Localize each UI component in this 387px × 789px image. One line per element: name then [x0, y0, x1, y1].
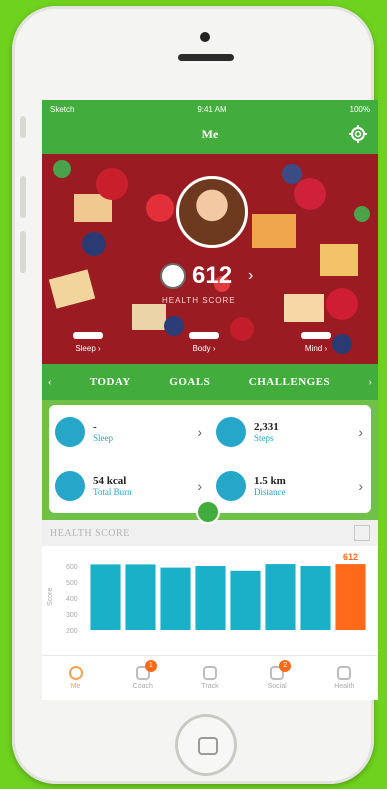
chevron-right-icon[interactable]: › — [369, 377, 372, 388]
tab-coach[interactable]: Coach 1 — [123, 660, 163, 690]
mind-summary[interactable]: Mind › — [276, 332, 356, 353]
health-icon — [337, 666, 352, 680]
tab-label: Me — [70, 683, 81, 690]
person-icon — [68, 666, 83, 680]
app-screen: Sketch 9:41 AM 100% Me 612 › HEALTH SCOR… — [42, 100, 378, 700]
sleep-label: Sleep — [75, 344, 96, 353]
score-badge-icon — [160, 263, 186, 289]
sleep-summary[interactable]: Sleep › — [48, 332, 128, 353]
chevron-right-icon: › — [197, 424, 202, 440]
hero-banner: 612 › HEALTH SCORE Sleep › Body › Mind › — [42, 154, 378, 364]
tab-label: Social — [267, 683, 287, 690]
status-bar: Sketch 9:41 AM 100% — [42, 100, 378, 118]
chevron-right-icon: › — [248, 267, 254, 284]
camera — [200, 32, 210, 42]
steps-icon — [216, 417, 246, 447]
y-axis-label: Score — [47, 588, 54, 606]
stat-label: Distance — [254, 487, 286, 497]
bar-chart: Score 600 500 400 300 200 612 — [47, 552, 366, 635]
phone-frame: Sketch 9:41 AM 100% Me 612 › HEALTH SCOR… — [12, 6, 378, 784]
stats-cards: - Sleep › 2,331 Steps › 54 kcal Total Bu… — [49, 405, 371, 513]
stat-value: 1.5 km — [254, 475, 286, 487]
mute-switch — [20, 116, 26, 138]
gear-icon[interactable] — [348, 124, 368, 144]
y-tick-label: 200 — [66, 628, 78, 635]
segment-tabs: ‹ TODAY GOALS CHALLENGES › — [42, 364, 378, 400]
mind-bar — [301, 332, 331, 339]
tab-label: Health — [334, 683, 355, 690]
sleep-icon — [55, 417, 85, 447]
y-tick-label: 500 — [66, 580, 78, 587]
stats-panel: - Sleep › 2,331 Steps › 54 kcal Total Bu… — [42, 400, 378, 524]
avatar[interactable] — [176, 176, 248, 248]
health-score-header: HEALTH SCORE — [42, 520, 378, 546]
battery-label: 100% — [349, 104, 370, 114]
stat-sleep[interactable]: - Sleep › — [49, 405, 210, 459]
health-score[interactable]: 612 › — [160, 262, 253, 290]
tab-social[interactable]: Social 2 — [257, 660, 297, 690]
time-label: 9:41 AM — [197, 104, 227, 114]
bar — [195, 566, 226, 630]
flame-icon — [55, 471, 85, 501]
stopwatch-icon — [202, 666, 217, 680]
stat-label: Total Burn — [93, 487, 132, 497]
mind-label: Mind — [304, 344, 323, 353]
stat-value: 2,331 — [254, 421, 279, 433]
stat-steps[interactable]: 2,331 Steps › — [210, 405, 371, 459]
bar — [90, 564, 121, 630]
nav-bar: Me — [42, 118, 378, 154]
bar — [265, 564, 296, 630]
tab-challenges[interactable]: CHALLENGES — [249, 376, 330, 388]
y-tick-label: 300 — [66, 612, 78, 619]
section-title: HEALTH SCORE — [50, 527, 130, 539]
bar — [125, 564, 156, 630]
speaker — [178, 54, 234, 61]
tab-label: Track — [201, 683, 219, 690]
tab-health[interactable]: Health — [324, 666, 364, 690]
sleep-bar — [73, 332, 103, 339]
stat-value: - — [93, 421, 97, 433]
body-label: Body — [192, 344, 211, 353]
score-value: 612 — [192, 262, 233, 289]
notification-badge: 1 — [144, 660, 157, 672]
chevron-right-icon: › — [358, 478, 363, 494]
y-tick-label: 400 — [66, 596, 78, 603]
stat-label: Sleep — [93, 433, 113, 443]
bar — [160, 567, 191, 630]
stat-value: 54 kcal — [93, 475, 127, 487]
bar-highlight — [335, 564, 366, 630]
tab-bar: Me Coach 1 Track Social 2 Health — [42, 655, 378, 700]
highlight-data-label: 612 — [343, 552, 358, 562]
tab-track[interactable]: Track — [190, 666, 230, 690]
stat-burn[interactable]: 54 kcal Total Burn › — [49, 459, 210, 513]
tab-goals[interactable]: GOALS — [169, 376, 210, 388]
leaf-icon[interactable] — [196, 500, 220, 524]
tab-today[interactable]: TODAY — [90, 376, 131, 388]
home-square-icon — [198, 737, 218, 755]
chevron-left-icon[interactable]: ‹ — [48, 377, 51, 388]
bar — [230, 570, 261, 630]
health-score-chart: Score 600 500 400 300 200 612 — [42, 546, 378, 666]
stat-distance[interactable]: 1.5 km Distance › — [210, 459, 371, 513]
tab-me[interactable]: Me — [56, 666, 96, 690]
carrier-label: Sketch — [50, 104, 75, 114]
bar — [300, 566, 331, 630]
tab-label: Coach — [132, 683, 153, 690]
score-label: HEALTH SCORE — [162, 296, 236, 305]
footprints-icon — [216, 471, 246, 501]
volume-up-button — [20, 176, 26, 218]
stat-label: Steps — [254, 433, 274, 443]
chevron-right-icon: › — [358, 424, 363, 440]
body-bar — [189, 332, 219, 339]
notification-badge: 2 — [279, 660, 292, 672]
y-tick-label: 600 — [66, 564, 78, 571]
volume-down-button — [20, 231, 26, 273]
page-title: Me — [201, 127, 219, 141]
expand-icon[interactable] — [354, 525, 370, 541]
body-summary[interactable]: Body › — [164, 332, 244, 353]
chevron-right-icon: › — [197, 478, 202, 494]
